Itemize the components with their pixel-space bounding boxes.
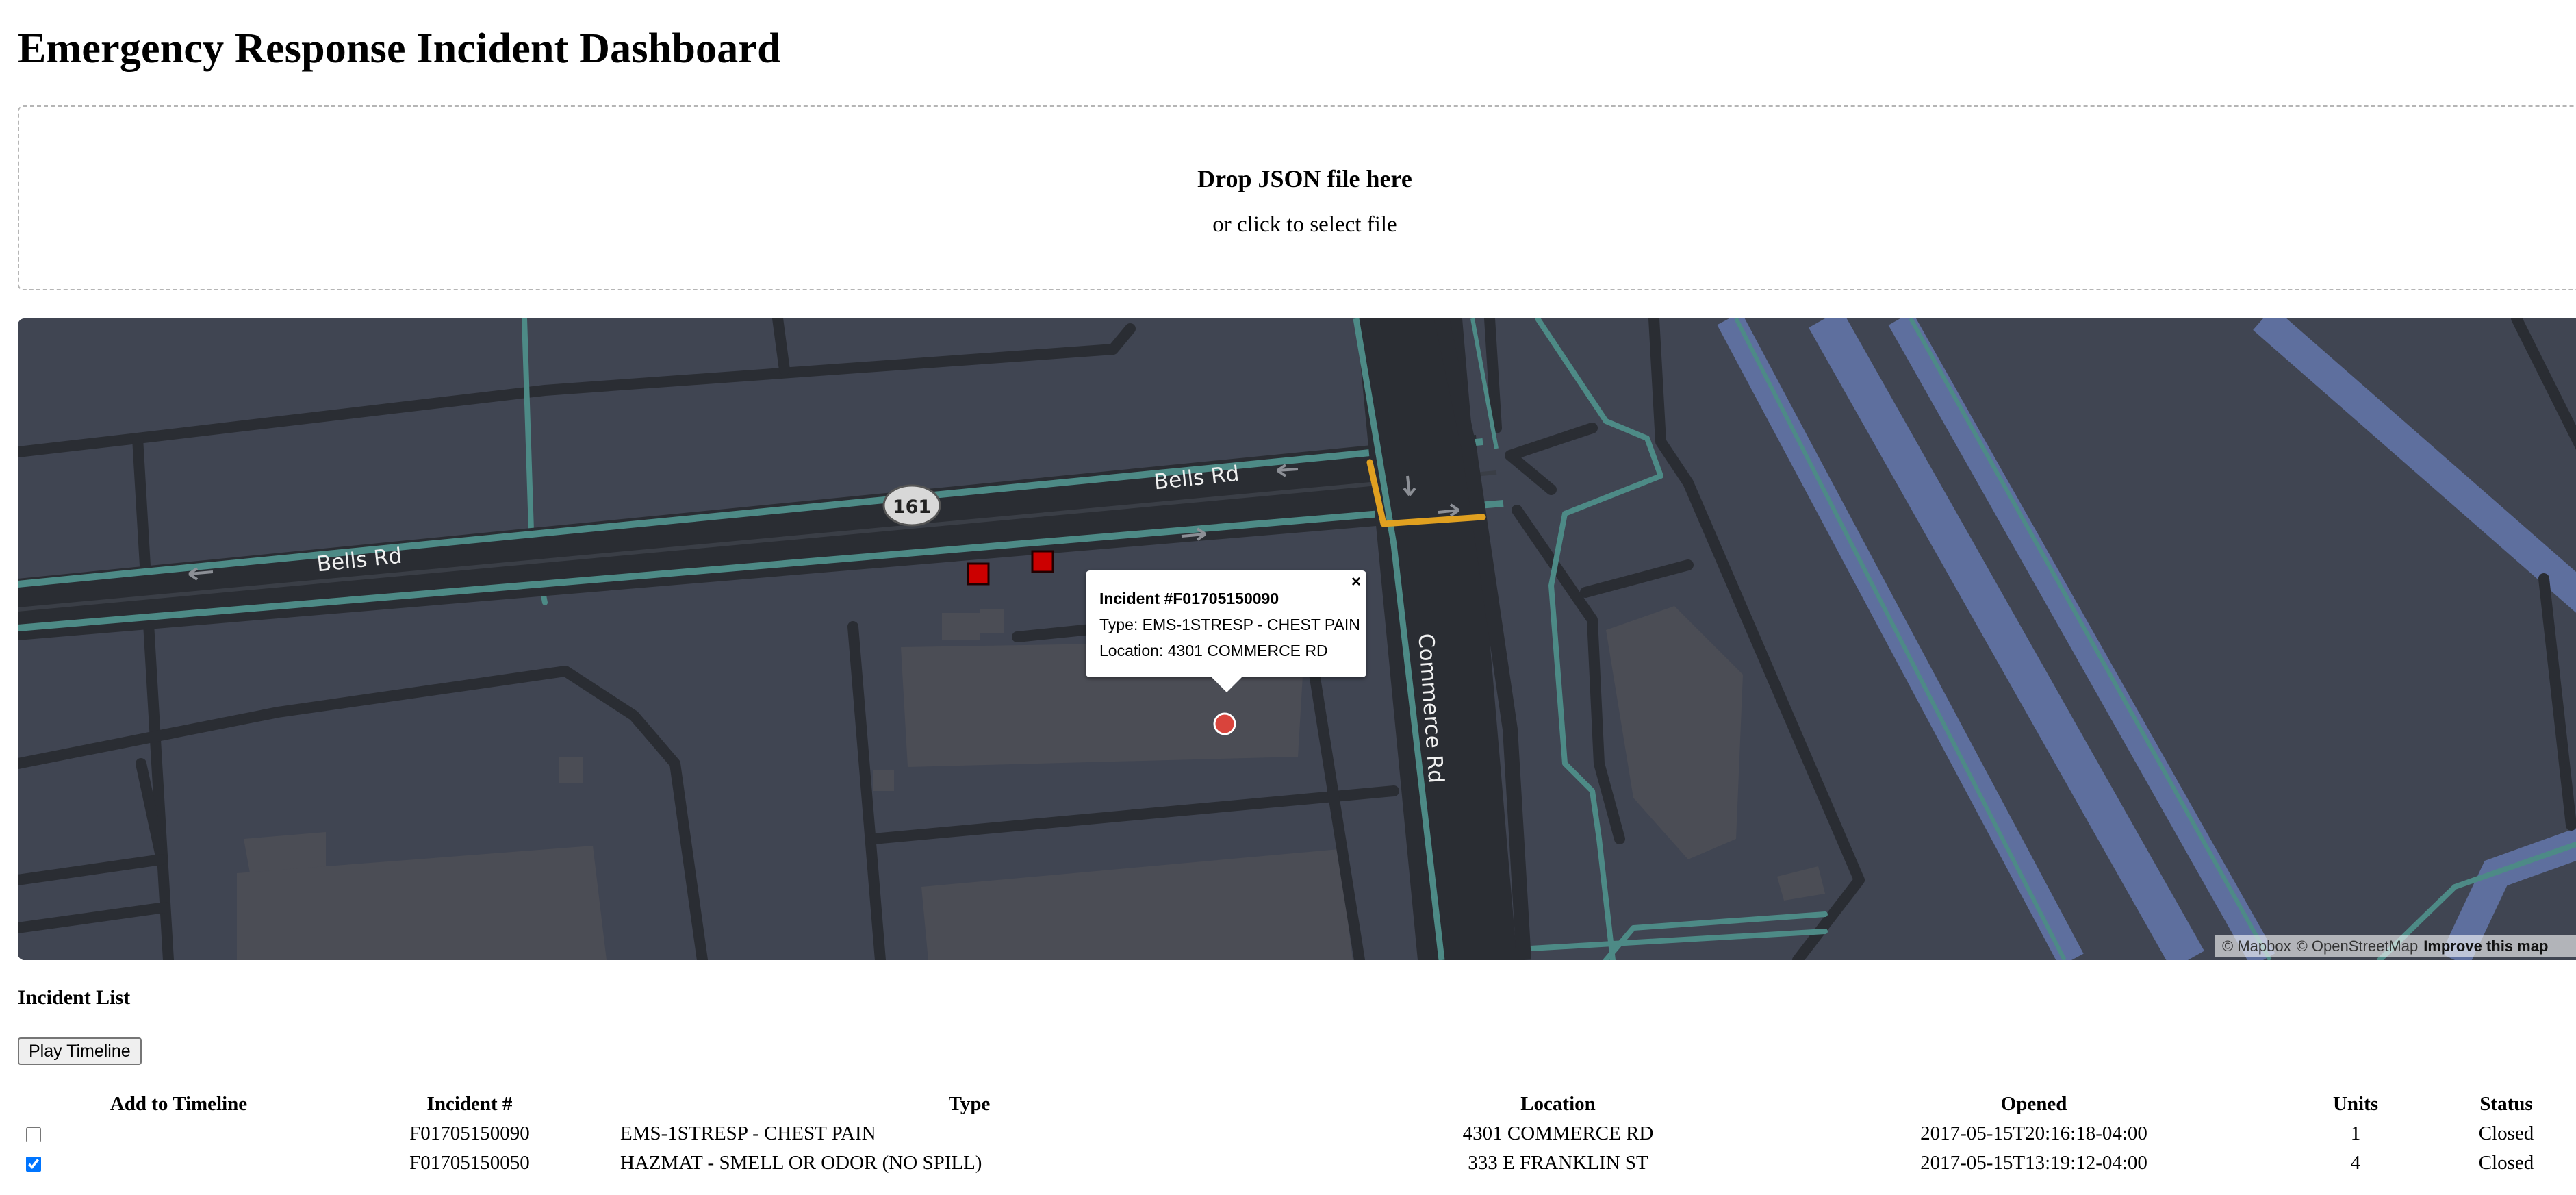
cell-incident-number: F01705150090 bbox=[409, 1122, 530, 1144]
col-header-incident-number: Incident # bbox=[426, 1092, 513, 1115]
cell-incident-number: F01705150050 bbox=[409, 1152, 530, 1174]
popup-incident-title: Incident #F01705150090 bbox=[1099, 590, 1279, 607]
cell-opened: 2017-05-15T20:16:18-04:00 bbox=[1920, 1122, 2147, 1144]
cell-location: 333 E FRANKLIN ST bbox=[1468, 1152, 1648, 1174]
add-to-timeline-checkbox[interactable] bbox=[26, 1127, 41, 1143]
popup-incident-location: Location: 4301 COMMERCE RD bbox=[1099, 642, 1328, 659]
cell-units: 4 bbox=[2350, 1152, 2361, 1174]
col-header-type: Type bbox=[948, 1092, 991, 1115]
col-header-location: Location bbox=[1520, 1092, 1596, 1115]
incident-marker[interactable] bbox=[1213, 712, 1236, 735]
table-row: F01705150050 HAZMAT - SMELL OR ODOR (NO … bbox=[18, 1148, 2576, 1178]
improve-map-link[interactable]: Improve this map bbox=[2423, 938, 2548, 955]
unit-marker[interactable] bbox=[1031, 550, 1054, 573]
cell-status: Closed bbox=[2478, 1122, 2534, 1144]
attribution-osm-link[interactable]: © OpenStreetMap bbox=[2297, 938, 2419, 955]
incident-popup: × Incident #F01705150090 Type: EMS-1STRE… bbox=[1086, 570, 1366, 692]
incident-list-title: Incident List bbox=[18, 986, 131, 1009]
attribution-mapbox-link[interactable]: © Mapbox bbox=[2222, 938, 2291, 955]
dropzone-subtitle: or click to select file bbox=[1212, 212, 1397, 237]
dashboard-page: Emergency Response Incident Dashboard Dr… bbox=[0, 0, 2576, 1195]
map-attribution: © Mapbox © OpenStreetMap Improve this map bbox=[2215, 935, 2576, 957]
col-header-units: Units bbox=[2332, 1092, 2379, 1115]
incident-map[interactable]: 161 Bells Rd Bells Rd Commerce Rd × Inci… bbox=[18, 318, 2576, 960]
cell-location: 4301 COMMERCE RD bbox=[1462, 1122, 1654, 1144]
cell-opened: 2017-05-15T13:19:12-04:00 bbox=[1920, 1152, 2147, 1174]
cell-units: 1 bbox=[2350, 1122, 2361, 1144]
route-161-label: 161 bbox=[893, 496, 931, 518]
route-161-shield-icon: 161 bbox=[882, 484, 941, 527]
table-row: F01705150090 EMS-1STRESP - CHEST PAIN 43… bbox=[18, 1119, 2576, 1148]
table-header-row: Add to Timeline Incident # Type Location… bbox=[18, 1089, 2576, 1119]
cell-type: EMS-1STRESP - CHEST PAIN bbox=[620, 1122, 876, 1144]
unit-marker[interactable] bbox=[967, 562, 990, 586]
incident-table: Add to Timeline Incident # Type Location… bbox=[18, 1089, 2576, 1178]
col-header-opened: Opened bbox=[2000, 1092, 2067, 1115]
popup-incident-type: Type: EMS-1STRESP - CHEST PAIN bbox=[1099, 616, 1360, 633]
dropzone-title: Drop JSON file here bbox=[1197, 165, 1412, 192]
popup-close-button[interactable]: × bbox=[1351, 572, 1361, 592]
cell-status: Closed bbox=[2478, 1152, 2534, 1174]
col-header-add-to-timeline: Add to Timeline bbox=[110, 1092, 248, 1115]
file-dropzone[interactable]: Drop JSON file here or click to select f… bbox=[18, 105, 2576, 290]
play-timeline-button[interactable]: Play Timeline bbox=[18, 1037, 142, 1065]
cell-type: HAZMAT - SMELL OR ODOR (NO SPILL) bbox=[620, 1152, 982, 1174]
col-header-status: Status bbox=[2479, 1092, 2533, 1115]
page-title: Emergency Response Incident Dashboard bbox=[18, 25, 781, 72]
add-to-timeline-checkbox[interactable] bbox=[26, 1157, 41, 1172]
